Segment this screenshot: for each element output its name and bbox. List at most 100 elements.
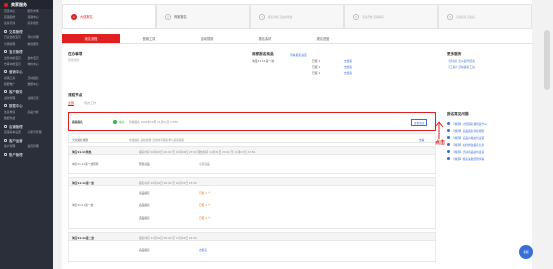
section-icon — [4, 138, 7, 142]
sidebar-item[interactable]: 已卖出的宝贝 — [4, 35, 26, 39]
sidebar-item[interactable]: 我要推广 — [4, 82, 26, 86]
goods-row-link[interactable]: 去报名 — [344, 59, 352, 63]
group-sub: 淘宝11.11第一波 — [72, 203, 94, 207]
step-label: 大促报名 — [80, 15, 93, 19]
faq-item[interactable]: 【规则】商品价格如何设置 — [447, 134, 527, 141]
tab-3[interactable]: 报名素材 — [236, 34, 294, 43]
faq-panel: 报名常见问题 【规则】大促报名规则是什么 【规则】商品报名审核规则 【规则】商品价格… — [447, 112, 527, 162]
sidebar-item[interactable]: 卖家培训 — [4, 21, 26, 25]
sidebar-item[interactable]: 营销中心 — [28, 15, 50, 19]
goods-row-link[interactable]: 去报名 — [344, 65, 352, 69]
sidebar-section[interactable]: 客户运营 — [0, 136, 53, 144]
sidebar-item[interactable]: 商品分析 — [28, 110, 50, 114]
group-card-1: 淘宝11.11预热 报名时间 10月20日 00:00 至 10月26日 23:… — [68, 146, 436, 174]
group-name: 淘宝11.11第二波 — [72, 235, 94, 240]
more-service-link-1[interactable]: 【活动】怎么提升招商 — [447, 59, 475, 63]
flow-row-status: 成功 — [119, 120, 125, 124]
sidebar-item[interactable]: 仓库中的宝贝 — [4, 62, 26, 66]
customer-service-button[interactable]: 客服 — [519, 245, 533, 259]
sidebar-section-label: 客户服务 — [9, 90, 23, 95]
scrollbar-thumb[interactable] — [544, 30, 550, 90]
group-sub-col: 商品报名 — [139, 248, 150, 252]
more-service-link-2[interactable]: 【工具】活动报名工具 — [447, 65, 475, 69]
sidebar-item[interactable]: 体检中心 — [28, 62, 50, 66]
step-5[interactable]: 5 活动结束 活动后 — [438, 4, 532, 29]
tab-2[interactable]: 活动规则 — [178, 34, 236, 43]
bullet-icon — [447, 150, 450, 153]
sidebar-item[interactable]: 客户管理 — [4, 144, 26, 148]
category-row-link[interactable]: 去看 — [419, 138, 424, 142]
sidebar-item[interactable]: 子账号管理 — [28, 130, 50, 134]
step-1[interactable]: 1 大促报名 — [62, 4, 156, 29]
sidebar-item[interactable]: 数据中心 — [28, 82, 50, 86]
flow-filter-todo[interactable]: 待办工作 — [84, 101, 96, 106]
tab-0[interactable]: 报名流程 — [62, 34, 120, 43]
section-icon — [4, 70, 7, 74]
faq-item[interactable]: 【规则】大促报名规则是什么 — [447, 120, 527, 127]
sidebar-item[interactable]: 分销管理 — [4, 42, 26, 46]
step-2[interactable]: 2 商家报名 — [156, 4, 250, 29]
sidebar-item[interactable]: 店铺装修 — [4, 15, 26, 19]
sidebar-item[interactable]: 营销工具 — [4, 76, 26, 80]
page-scrollbar[interactable] — [541, 0, 553, 269]
faq-item[interactable]: 【规则】活动商品如何发货 — [447, 148, 527, 155]
step-3[interactable]: 3 报名审核 活动前准备 — [250, 4, 344, 29]
sidebar-section[interactable]: 客户服务 — [0, 88, 53, 96]
sidebar-item[interactable]: 物流服务 — [28, 42, 50, 46]
sidebar-item[interactable]: 生意参谋 — [4, 110, 26, 114]
faq-item[interactable]: 【规则】商品报名审核规则 — [447, 127, 527, 134]
goods-row-status: 已报 1 — [312, 59, 321, 63]
brand-icon — [4, 2, 8, 7]
sidebar-item[interactable]: 评价管理 — [28, 35, 50, 39]
step-number: 3 — [259, 13, 265, 20]
sidebar-section[interactable]: 营销中心 — [0, 68, 53, 76]
sidebar-groups: 首页中心 服务市场 店铺装修 营销中心 卖家培训 商家成长 交易管理 已卖出的宝贝 评价管理 分销… — [0, 9, 53, 158]
goods-row-link[interactable]: 去报名 — [344, 71, 352, 75]
sidebar-item[interactable]: 发布宝贝 — [28, 56, 50, 60]
group-sub: 淘宝11.11第一波预售 — [72, 162, 99, 166]
faq-item[interactable]: 【规则】如何修改报名信息 — [447, 141, 527, 148]
category-row-detail: 在线报名 后续处理 活动时可报名参与商家报名 — [129, 137, 185, 142]
section-icon — [4, 29, 7, 33]
sidebar-item[interactable]: 数据作战 — [4, 116, 26, 120]
sidebar-section-label: 店铺管理 — [9, 124, 23, 129]
sidebar-logo[interactable]: 卖家服务 — [0, 0, 53, 9]
sidebar-item[interactable]: 出售中的宝贝 — [4, 56, 26, 60]
flow-title: 流程节点 — [68, 93, 83, 97]
sidebar-item[interactable]: 商家成长 — [28, 21, 50, 25]
step-label: 报名审核 活动前准备 — [268, 15, 293, 19]
sidebar-item[interactable]: 退款管理 — [4, 96, 26, 100]
group-row-label-1: 商品报名 — [139, 191, 150, 195]
group-sub-link[interactable]: 去报名 — [199, 248, 207, 252]
faq-item-label: 【规则】活动商品如何发货 — [452, 149, 485, 154]
sidebar-item[interactable]: 会员管理 — [28, 144, 50, 148]
group-time: 报名时间 11月01日 00:00 至 11月03日 23:59 — [139, 235, 197, 240]
step-label: 商家报名 — [174, 15, 187, 19]
faq-item[interactable]: 【规则】报名失败原因查看 — [447, 155, 527, 162]
view-activity-button[interactable]: 查看活动 — [411, 119, 428, 126]
sidebar-section[interactable]: 宝贝管理 — [0, 48, 53, 56]
sidebar-section[interactable]: 交易管理 — [0, 27, 53, 35]
sidebar-item[interactable]: 首页中心 — [4, 9, 26, 13]
progress-steps: 1 大促报名 2 商家报名 3 报名审核 活动前准备 4 活动开始 活动期间 5 活动结束 活动后 — [62, 4, 532, 29]
goods-progress-link[interactable]: 查看报名进度 — [290, 53, 307, 57]
step-4[interactable]: 4 活动开始 活动期间 — [344, 4, 438, 29]
tab-1[interactable]: 营销工具 — [120, 34, 178, 43]
group-sub-col: 预售商品 — [139, 162, 150, 166]
sidebar-item[interactable]: 活动报名 — [28, 76, 50, 80]
bullet-icon — [447, 143, 450, 146]
sidebar-section[interactable]: 数据中心 — [0, 102, 53, 110]
sidebar-item-grid: 营销工具 活动报名 我要推广 数据中心 — [0, 76, 53, 86]
sidebar-section-label: 数据中心 — [9, 104, 23, 109]
sidebar-item[interactable]: 店铺基本设置 — [4, 130, 26, 134]
faq-item-label: 【规则】商品价格如何设置 — [452, 135, 485, 140]
sidebar-item[interactable]: 违规记录 — [28, 96, 50, 100]
sidebar-item[interactable]: 服务市场 — [28, 9, 50, 13]
sidebar-item-grid: 客户管理 会员管理 — [0, 144, 53, 148]
flow-filter-all[interactable]: 全部 — [68, 101, 75, 106]
bullet-icon — [447, 129, 450, 132]
sidebar-section[interactable]: 账户管理 — [0, 150, 53, 158]
sidebar-section[interactable]: 店铺管理 — [0, 122, 53, 130]
tab-4[interactable]: 报名进度 — [294, 34, 352, 43]
flow-row-name: 商家报名 — [72, 120, 83, 124]
